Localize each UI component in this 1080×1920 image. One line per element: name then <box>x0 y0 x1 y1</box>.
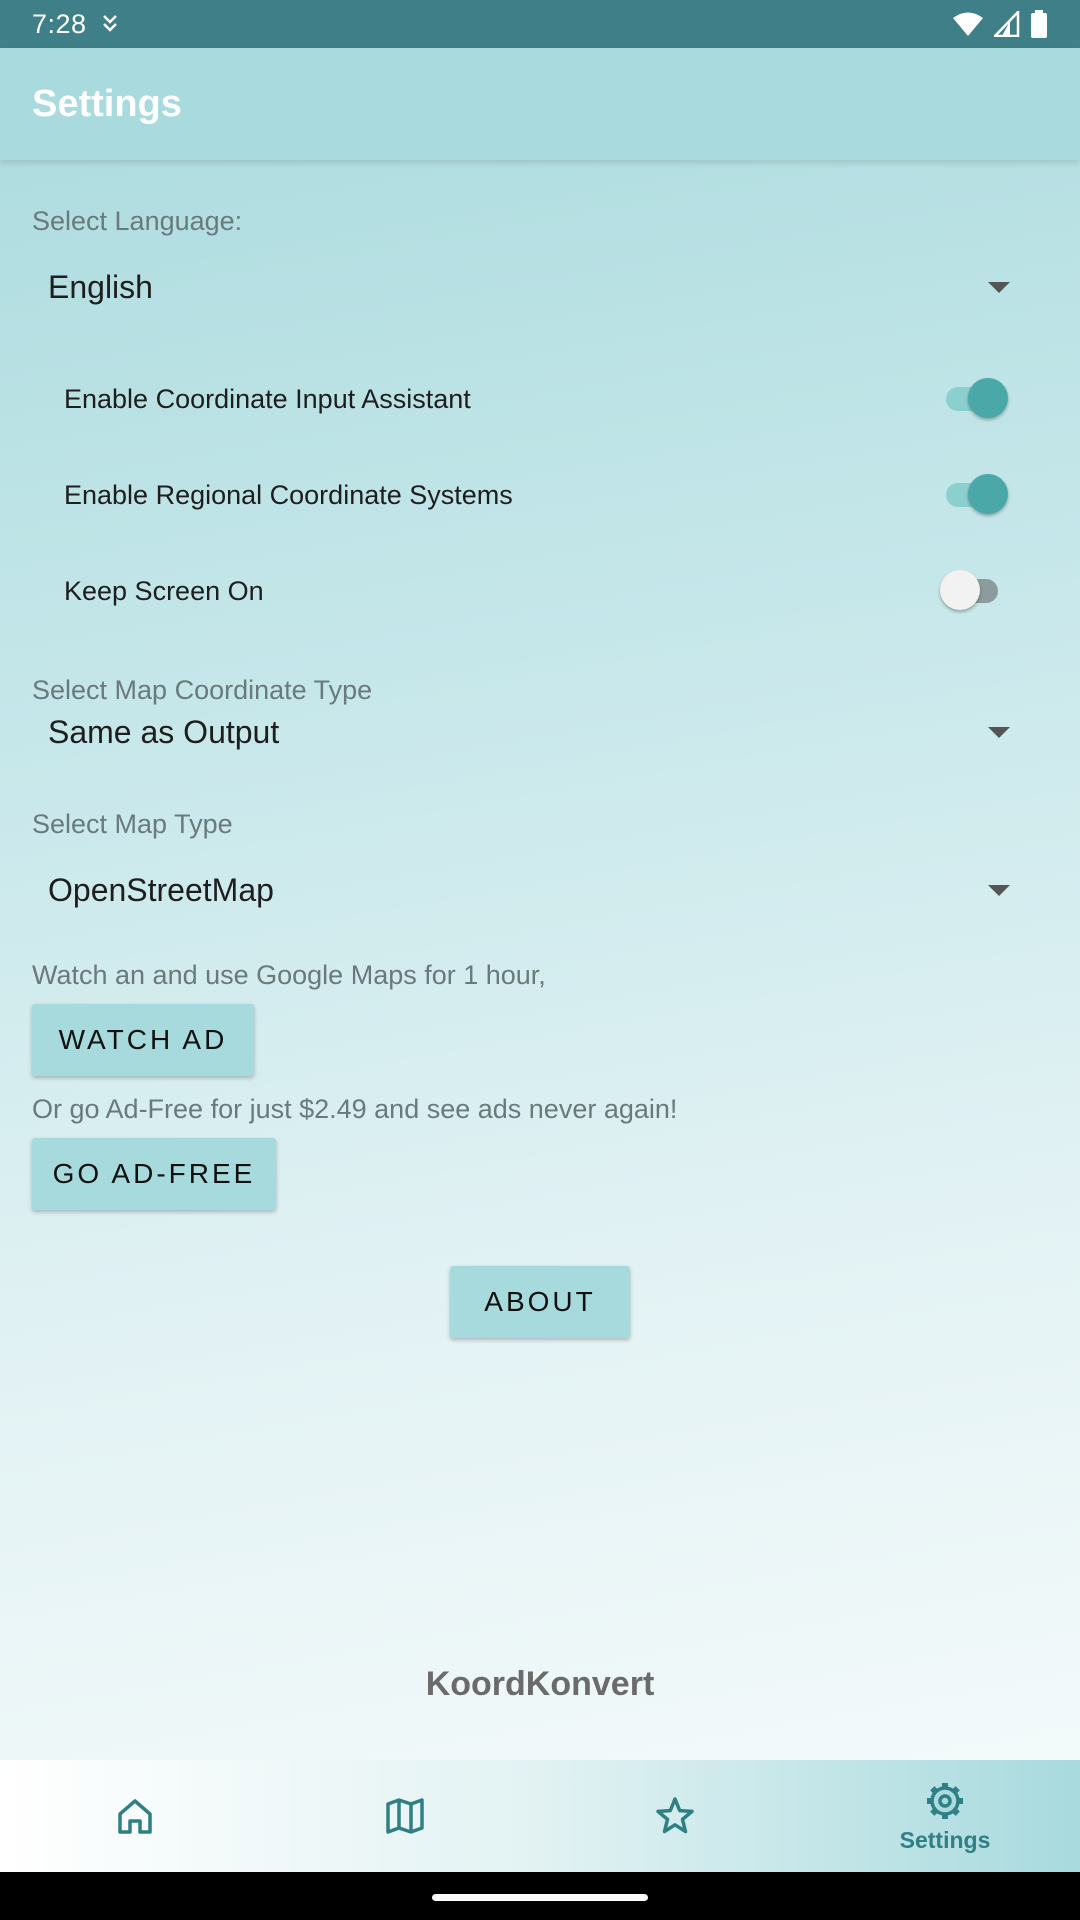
language-label: Select Language: <box>32 206 243 236</box>
home-icon <box>118 1799 152 1834</box>
switch-thumb <box>968 378 1008 418</box>
home-gesture-handle[interactable] <box>432 1894 648 1901</box>
coordinate-input-assistant-row[interactable]: Enable Coordinate Input Assistant <box>64 364 1024 434</box>
download-indicator-icon <box>102 15 117 32</box>
dropdown-arrow-icon <box>988 282 1010 293</box>
map-type-label: Select Map Type <box>32 809 233 839</box>
bottom-navigation: Settings <box>0 1760 1080 1872</box>
regional-coordinate-systems-row[interactable]: Enable Regional Coordinate Systems <box>64 460 1024 530</box>
status-time: 7:28 <box>32 8 87 39</box>
app-bar: Settings <box>0 48 1080 160</box>
page-title: Settings <box>32 82 182 125</box>
dropdown-arrow-icon <box>988 727 1010 738</box>
ad-free-info: Or go Ad-Free for just $2.49 and see ads… <box>32 1094 678 1124</box>
switch-thumb <box>968 474 1008 514</box>
map-coordinate-type-dropdown[interactable]: Same as Output <box>32 697 1032 767</box>
switch-thumb <box>940 570 980 610</box>
coordinate-input-assistant-switch[interactable] <box>940 374 1008 424</box>
language-dropdown[interactable]: English <box>32 252 1032 322</box>
cell-signal-icon <box>994 11 1020 37</box>
nav-favorites[interactable] <box>540 1760 810 1872</box>
go-ad-free-button[interactable]: GO AD-FREE <box>32 1138 276 1210</box>
keep-screen-on-row[interactable]: Keep Screen On <box>64 556 1024 626</box>
map-coordinate-type-value: Same as Output <box>48 713 280 750</box>
regional-coordinate-systems-switch[interactable] <box>940 470 1008 520</box>
map-icon <box>386 1798 424 1834</box>
switch-label: Enable Regional Coordinate Systems <box>64 479 513 510</box>
nav-settings[interactable]: Settings <box>810 1760 1080 1872</box>
gear-icon <box>927 1782 963 1819</box>
app-brand: KoordKonvert <box>425 1665 655 1703</box>
switch-label: Keep Screen On <box>64 575 264 606</box>
keep-screen-on-switch[interactable] <box>940 566 1008 616</box>
status-bar: 7:28 <box>0 0 1080 48</box>
wifi-icon <box>953 12 983 36</box>
nav-settings-label: Settings <box>899 1826 991 1853</box>
map-type-value: OpenStreetMap <box>48 871 274 908</box>
watch-ad-info: Watch an and use Google Maps for 1 hour, <box>32 960 546 990</box>
switch-label: Enable Coordinate Input Assistant <box>64 383 471 414</box>
language-value: English <box>48 268 153 305</box>
system-navigation-bar <box>0 1872 1080 1920</box>
battery-icon <box>1031 10 1047 38</box>
star-icon <box>656 1797 694 1834</box>
dropdown-arrow-icon <box>988 885 1010 896</box>
map-type-dropdown[interactable]: OpenStreetMap <box>32 855 1032 925</box>
about-button[interactable]: ABOUT <box>450 1266 630 1338</box>
nav-map[interactable] <box>270 1760 540 1872</box>
watch-ad-button[interactable]: WATCH AD <box>32 1004 254 1076</box>
nav-home[interactable] <box>0 1760 270 1872</box>
